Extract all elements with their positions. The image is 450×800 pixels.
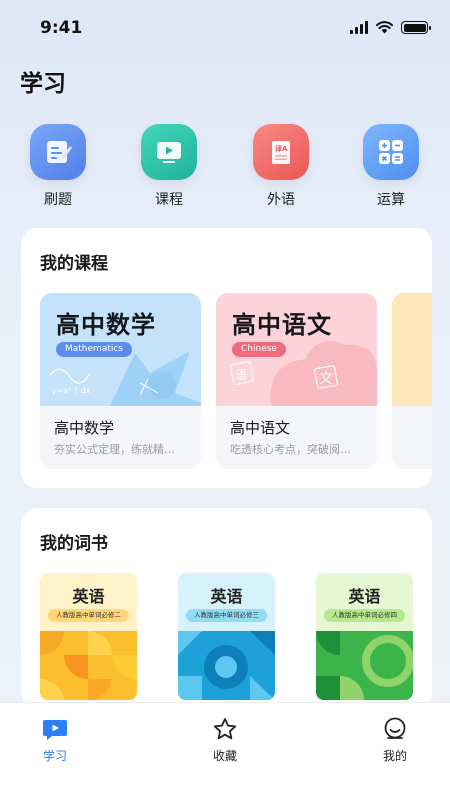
calculator-icon bbox=[363, 124, 419, 180]
wordbook-item[interactable]: 英语 人教版高中单词必修三 bbox=[178, 573, 275, 700]
video-play-icon bbox=[141, 124, 197, 180]
wordbook-title: 英语 bbox=[72, 587, 105, 606]
tab-label: 我的 bbox=[382, 749, 407, 763]
quick-actions: 刷题 课程 译 A 外语 运算 bbox=[0, 124, 450, 214]
wordbook-item[interactable]: 英语 人教版高中单词必修四 bbox=[316, 573, 413, 700]
course-card-partial[interactable] bbox=[392, 293, 432, 469]
section-title: 我的词书 bbox=[40, 534, 108, 554]
wordbook-item[interactable]: 英语 人教版高中单词必修二 bbox=[40, 573, 137, 700]
svg-text:y=x² ∫ dx: y=x² ∫ dx bbox=[52, 386, 91, 395]
blue-pattern bbox=[178, 631, 275, 700]
course-name: 高中语文 bbox=[230, 419, 291, 437]
wifi-icon bbox=[376, 21, 393, 34]
tab-label: 学习 bbox=[42, 749, 67, 763]
course-tag: Mathematics bbox=[56, 342, 132, 357]
page-title: 学习 bbox=[20, 71, 66, 97]
status-bar: 9:41 bbox=[0, 0, 450, 56]
quick-action-course[interactable]: 课程 bbox=[134, 124, 204, 209]
wordbook-cover-top: 英语 人教版高中单词必修二 bbox=[40, 573, 137, 631]
battery-icon bbox=[401, 21, 431, 34]
tab-favorites[interactable]: 收藏 bbox=[195, 717, 255, 764]
green-pattern bbox=[316, 631, 413, 700]
wordbook-subtitle: 人教版高中单词必修四 bbox=[324, 609, 405, 622]
section-title: 我的课程 bbox=[40, 254, 108, 274]
course-description: 吃透核心考点，突破阅… bbox=[230, 443, 351, 456]
wordbook-title: 英语 bbox=[348, 587, 381, 606]
quick-action-foreign-language[interactable]: 译 A 外语 bbox=[246, 124, 316, 209]
wordbook-subtitle: 人教版高中单词必修二 bbox=[48, 609, 129, 622]
tab-label: 收藏 bbox=[212, 749, 237, 763]
course-card-math[interactable]: y=x² ∫ dx 高中数学 Mathematics 高中数学 夯实公式定理，练… bbox=[40, 293, 201, 469]
svg-text:语: 语 bbox=[235, 368, 247, 382]
tab-study[interactable]: 学习 bbox=[25, 717, 85, 764]
course-banner: y=x² ∫ dx 高中数学 Mathematics bbox=[40, 293, 201, 406]
status-icons bbox=[350, 21, 431, 34]
wordbook-subtitle: 人教版高中单词必修三 bbox=[186, 609, 267, 622]
practice-edit-icon bbox=[30, 124, 86, 180]
course-banner: 文 语 高中语文 Chinese bbox=[216, 293, 377, 406]
course-card-chinese[interactable]: 文 语 高中语文 Chinese 高中语文 吃透核心考点，突破阅… bbox=[216, 293, 377, 469]
yellow-pattern bbox=[40, 631, 137, 700]
tab-bar: 学习 收藏 我的 bbox=[0, 702, 450, 800]
quick-action-calculation[interactable]: 运算 bbox=[356, 124, 426, 209]
course-banner-title: 高中数学 bbox=[56, 311, 156, 339]
quick-action-label: 外语 bbox=[267, 192, 295, 208]
wordbook-cover-top: 英语 人教版高中单词必修四 bbox=[316, 573, 413, 631]
status-time: 9:41 bbox=[40, 18, 83, 38]
quick-action-label: 运算 bbox=[377, 192, 405, 208]
study-play-icon bbox=[43, 720, 67, 740]
star-icon bbox=[213, 718, 237, 740]
my-wordbooks-card: 我的词书 英语 人教版高中单词必修二 英语 人教版高中单词必修三 英语 人教版高… bbox=[21, 508, 432, 708]
wordbook-cover-top: 英语 人教版高中单词必修三 bbox=[178, 573, 275, 631]
translate-book-icon: 译 A bbox=[253, 124, 309, 180]
tab-profile[interactable]: 我的 bbox=[365, 717, 425, 764]
course-banner bbox=[392, 293, 432, 406]
my-courses-card: 我的课程 y=x² ∫ dx 高中数学 Mathematics 高中数学 夯实公… bbox=[21, 228, 432, 488]
svg-text:文: 文 bbox=[319, 371, 333, 387]
course-description: 夯实公式定理，练就精… bbox=[54, 443, 175, 456]
cellular-signal-icon bbox=[350, 21, 368, 34]
quick-action-label: 课程 bbox=[155, 192, 183, 208]
quick-action-practice[interactable]: 刷题 bbox=[23, 124, 93, 209]
course-banner-title: 高中语文 bbox=[232, 311, 332, 339]
course-tag: Chinese bbox=[232, 342, 286, 357]
wordbook-title: 英语 bbox=[210, 587, 243, 606]
svg-text:A: A bbox=[282, 145, 288, 153]
course-name: 高中数学 bbox=[54, 419, 115, 437]
quick-action-label: 刷题 bbox=[44, 192, 72, 208]
profile-icon bbox=[384, 717, 406, 739]
